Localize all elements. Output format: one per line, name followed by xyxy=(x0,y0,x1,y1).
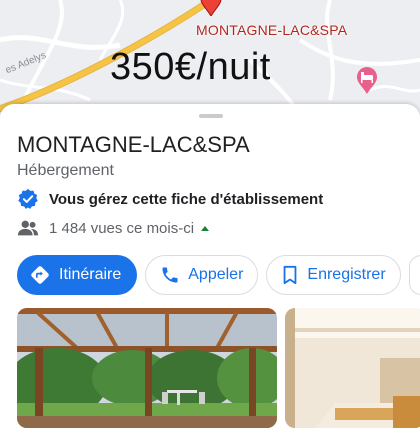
managed-business-text: Vous gérez cette fiche d'établissement xyxy=(49,190,324,208)
verified-badge-icon xyxy=(18,188,38,209)
action-chips: Itinéraire Appeler Enregistrer xyxy=(17,255,420,295)
managed-business-row[interactable]: Vous gérez cette fiche d'établissement xyxy=(17,188,323,210)
directions-button[interactable]: Itinéraire xyxy=(17,255,138,295)
more-actions-chip[interactable] xyxy=(408,255,420,295)
photo-carousel[interactable] xyxy=(17,308,420,428)
hotel-poi-icon[interactable] xyxy=(356,66,378,94)
call-label: Appeler xyxy=(188,266,244,283)
photo-terrace[interactable] xyxy=(17,308,277,428)
bookmark-icon xyxy=(284,265,297,285)
map-pin-icon[interactable] xyxy=(200,0,222,16)
price-overlay: 350€/nuit xyxy=(110,46,271,88)
save-button[interactable]: Enregistrer xyxy=(266,255,401,295)
directions-icon xyxy=(31,266,49,284)
phone-icon xyxy=(162,267,178,283)
save-label: Enregistrer xyxy=(307,266,386,283)
drag-handle[interactable] xyxy=(199,114,223,118)
photo-room[interactable] xyxy=(285,308,420,428)
people-icon xyxy=(17,220,39,236)
place-sheet: MONTAGNE-LAC&SPA Hébergement Vous gérez … xyxy=(0,104,420,434)
call-button[interactable]: Appeler xyxy=(145,255,259,295)
trend-up-icon xyxy=(201,226,210,231)
place-category[interactable]: Hébergement xyxy=(17,162,114,180)
views-count-text: 1 484 vues ce mois-ci xyxy=(49,219,195,237)
directions-label: Itinéraire xyxy=(59,266,122,283)
room-photo-image xyxy=(285,308,420,428)
views-row[interactable]: 1 484 vues ce mois-ci xyxy=(17,218,210,238)
terrace-photo-image xyxy=(17,308,277,428)
map-place-label[interactable]: MONTAGNE-LAC&SPA xyxy=(196,22,347,38)
place-title: MONTAGNE-LAC&SPA xyxy=(17,132,250,157)
